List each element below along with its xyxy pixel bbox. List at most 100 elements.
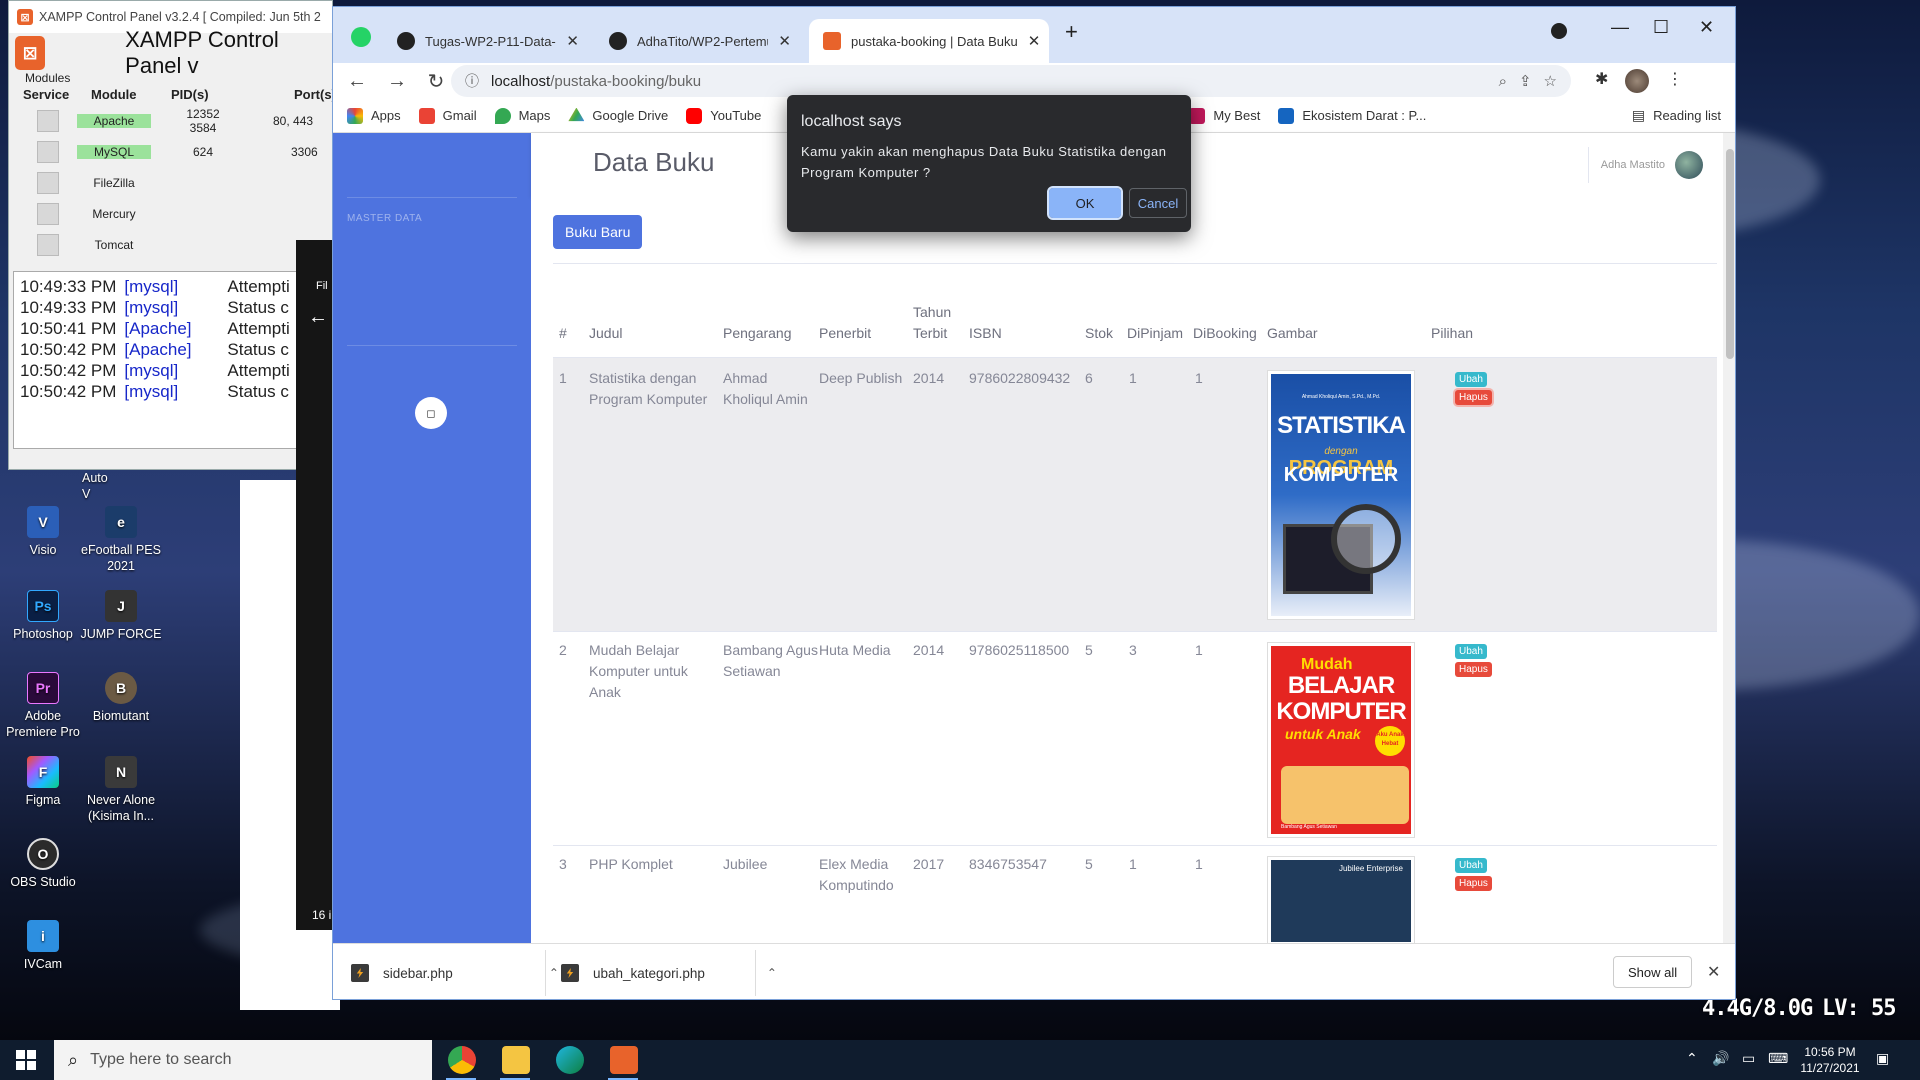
xampp-log[interactable]: 10:49:33 PM [mysql] Attempti 10:49:33 PM [m… <box>13 271 334 449</box>
scrollbar-thumb[interactable] <box>1726 149 1734 359</box>
tab-github-adhatito[interactable]: AdhaTito/WP2-Pertemuan-10 ✕ <box>595 19 805 63</box>
keyboard-icon[interactable]: ⌨ <box>1768 1050 1788 1066</box>
back-icon[interactable]: ← <box>347 70 367 93</box>
close-tab-icon[interactable]: ✕ <box>778 32 791 50</box>
service-checkbox[interactable] <box>37 171 59 194</box>
service-checkbox[interactable] <box>37 233 59 256</box>
new-tab-icon[interactable]: + <box>1065 19 1078 45</box>
tray-chevron-icon[interactable]: ⌃ <box>1686 1050 1698 1066</box>
desktop-icon-label: Photoshop <box>13 627 73 641</box>
delete-button[interactable]: Hapus <box>1455 390 1492 405</box>
dialog-message: Kamu yakin akan menghapus Data Buku Stat… <box>801 144 1167 180</box>
desktop-icon-obs[interactable]: O OBS Studio <box>0 838 86 890</box>
close-downloads-icon[interactable]: ✕ <box>1707 962 1720 982</box>
xampp-favicon-icon <box>823 32 841 50</box>
desktop-icon-jump-force[interactable]: J JUMP FORCE <box>78 590 164 642</box>
file-explorer-icon[interactable] <box>502 1046 530 1074</box>
jump-force-icon: J <box>105 590 137 622</box>
service-checkbox[interactable] <box>37 140 59 163</box>
profile-avatar[interactable] <box>1625 69 1649 93</box>
close-tab-icon[interactable]: ✕ <box>566 32 579 50</box>
maximize-icon[interactable]: ☐ <box>1653 17 1669 38</box>
show-all-button[interactable]: Show all <box>1613 956 1693 988</box>
bookmark-gmail[interactable]: Gmail <box>418 107 477 124</box>
efootball-icon: e <box>105 506 137 538</box>
minimize-icon[interactable]: — <box>1611 17 1629 38</box>
edge-icon[interactable] <box>556 1046 584 1074</box>
page-scrollbar[interactable] <box>1723 133 1735 943</box>
bookmark-drive[interactable]: Google Drive <box>568 107 668 124</box>
menu-icon[interactable]: ⋮ <box>1667 69 1683 89</box>
desktop-icon-auto-v[interactable]: Auto V <box>0 470 108 502</box>
close-tab-icon[interactable]: ✕ <box>1028 32 1041 50</box>
module-row: Mercury <box>9 198 334 229</box>
sidebar-toggle-button[interactable]: ◻ <box>415 397 447 429</box>
share-icon[interactable]: ⇪ <box>1519 72 1532 90</box>
delete-button[interactable]: Hapus <box>1455 876 1492 891</box>
forward-icon[interactable]: → <box>387 70 407 93</box>
bookmark-apps[interactable]: Apps <box>347 107 401 124</box>
reload-icon[interactable]: ↻ <box>427 69 445 94</box>
network-icon[interactable]: ▭ <box>1742 1050 1755 1066</box>
desktop-icon-figma[interactable]: F Figma <box>0 756 86 808</box>
address-bar[interactable]: ⓘ localhost/pustaka-booking/buku ⌕ ⇪ ☆ <box>451 65 1571 97</box>
download-item[interactable]: ubah_kategori.php ⌃ <box>561 950 777 996</box>
desktop-icon-ivcam[interactable]: i IVCam <box>0 920 86 972</box>
delete-button[interactable]: Hapus <box>1455 662 1492 677</box>
user-dropdown[interactable]: Adha Mastito <box>1601 151 1703 179</box>
dialog-title: localhost says <box>801 113 902 130</box>
zoom-icon[interactable]: ⌕ <box>1499 73 1507 90</box>
taskbar-search[interactable]: ⌕ Type here to search <box>54 1040 432 1080</box>
dialog-cancel-button[interactable]: Cancel <box>1129 188 1187 218</box>
edit-button[interactable]: Ubah <box>1455 644 1487 659</box>
book-cover-image: Jubilee Enterprise <box>1267 856 1415 946</box>
window-close-icon[interactable]: ✕ <box>1699 17 1714 38</box>
page-title: Data Buku <box>593 147 715 177</box>
clock[interactable]: 10:56 PM 11/27/2021 <box>1790 1044 1870 1076</box>
book-cover-image: Mudah BELAJAR KOMPUTER untuk Anak Aku An… <box>1267 642 1415 838</box>
tab-pustaka-booking[interactable]: pustaka-booking | Data Buku ✕ <box>809 19 1049 63</box>
bookmark-my-best[interactable]: My Best <box>1189 107 1260 124</box>
module-name: Tomcat <box>94 237 134 252</box>
bookmark-youtube[interactable]: YouTube <box>686 107 761 124</box>
module-name: MySQL <box>77 144 151 159</box>
desktop-icon-biomutant[interactable]: B Biomutant <box>78 672 164 724</box>
desktop-icon-visio[interactable]: V Visio <box>0 506 86 558</box>
service-checkbox[interactable] <box>37 202 59 225</box>
desktop-icon-never-alone[interactable]: N Never Alone (Kisima In... <box>78 756 164 824</box>
notifications-icon[interactable]: ▣ <box>1876 1050 1889 1066</box>
download-item[interactable]: sidebar.php ⌃ <box>351 950 559 996</box>
bookmark-ekosistem[interactable]: Ekosistem Darat : P... <box>1278 107 1426 124</box>
speaker-icon[interactable]: 🔊 <box>1712 1050 1729 1066</box>
service-checkbox[interactable] <box>37 109 59 132</box>
cell-pengarang: Ahmad Kholiqul Amin <box>723 370 808 407</box>
tab-search-icon[interactable] <box>1551 23 1567 39</box>
desktop-icon-premiere[interactable]: Pr Adobe Premiere Pro <box>0 672 86 740</box>
site-info-icon[interactable]: ⓘ <box>465 71 479 91</box>
start-windows-icon[interactable] <box>16 1050 36 1070</box>
xampp-window[interactable]: ⊠ XAMPP Control Panel v3.2.4 [ Compiled:… <box>8 0 336 470</box>
dialog-ok-button[interactable]: OK <box>1047 186 1123 220</box>
desktop-icon-efootball[interactable]: e eFootball PES 2021 <box>78 506 164 574</box>
edit-button[interactable]: Ubah <box>1455 858 1487 873</box>
xampp-taskbar-icon[interactable] <box>610 1046 638 1074</box>
desktop-icon-label: Visio <box>29 543 57 557</box>
bookmark-maps[interactable]: Maps <box>494 107 550 124</box>
extensions-icon[interactable]: ✱ <box>1595 69 1608 89</box>
chevron-up-icon[interactable]: ⌃ <box>767 966 777 980</box>
chevron-up-icon[interactable]: ⌃ <box>549 966 559 980</box>
xampp-header: ⊠ XAMPP Control Panel v <box>9 27 332 78</box>
new-book-button[interactable]: Buku Baru <box>553 215 643 249</box>
search-icon: ⌕ <box>68 1049 79 1070</box>
chrome-taskbar-icon[interactable] <box>448 1046 476 1074</box>
chrome-window[interactable]: Tugas-WP2-P11-Data-Buku/Ubah ✕ AdhaTito/… <box>332 6 1736 1000</box>
tab-github-tugas[interactable]: Tugas-WP2-P11-Data-Buku/Ubah ✕ <box>383 19 593 63</box>
desktop-icon-photoshop[interactable]: Ps Photoshop <box>0 590 86 642</box>
table-row: 1 Statistika dengan Program Komputer Ahm… <box>553 357 1717 631</box>
reading-list[interactable]: ▤ Reading list <box>1632 107 1721 124</box>
edit-button[interactable]: Ubah <box>1455 372 1487 387</box>
search-placeholder: Type here to search <box>90 1051 232 1068</box>
whatsapp-icon[interactable] <box>351 27 371 47</box>
bookmark-star-icon[interactable]: ☆ <box>1544 72 1557 90</box>
header-pengarang: Pengarang <box>723 325 792 341</box>
